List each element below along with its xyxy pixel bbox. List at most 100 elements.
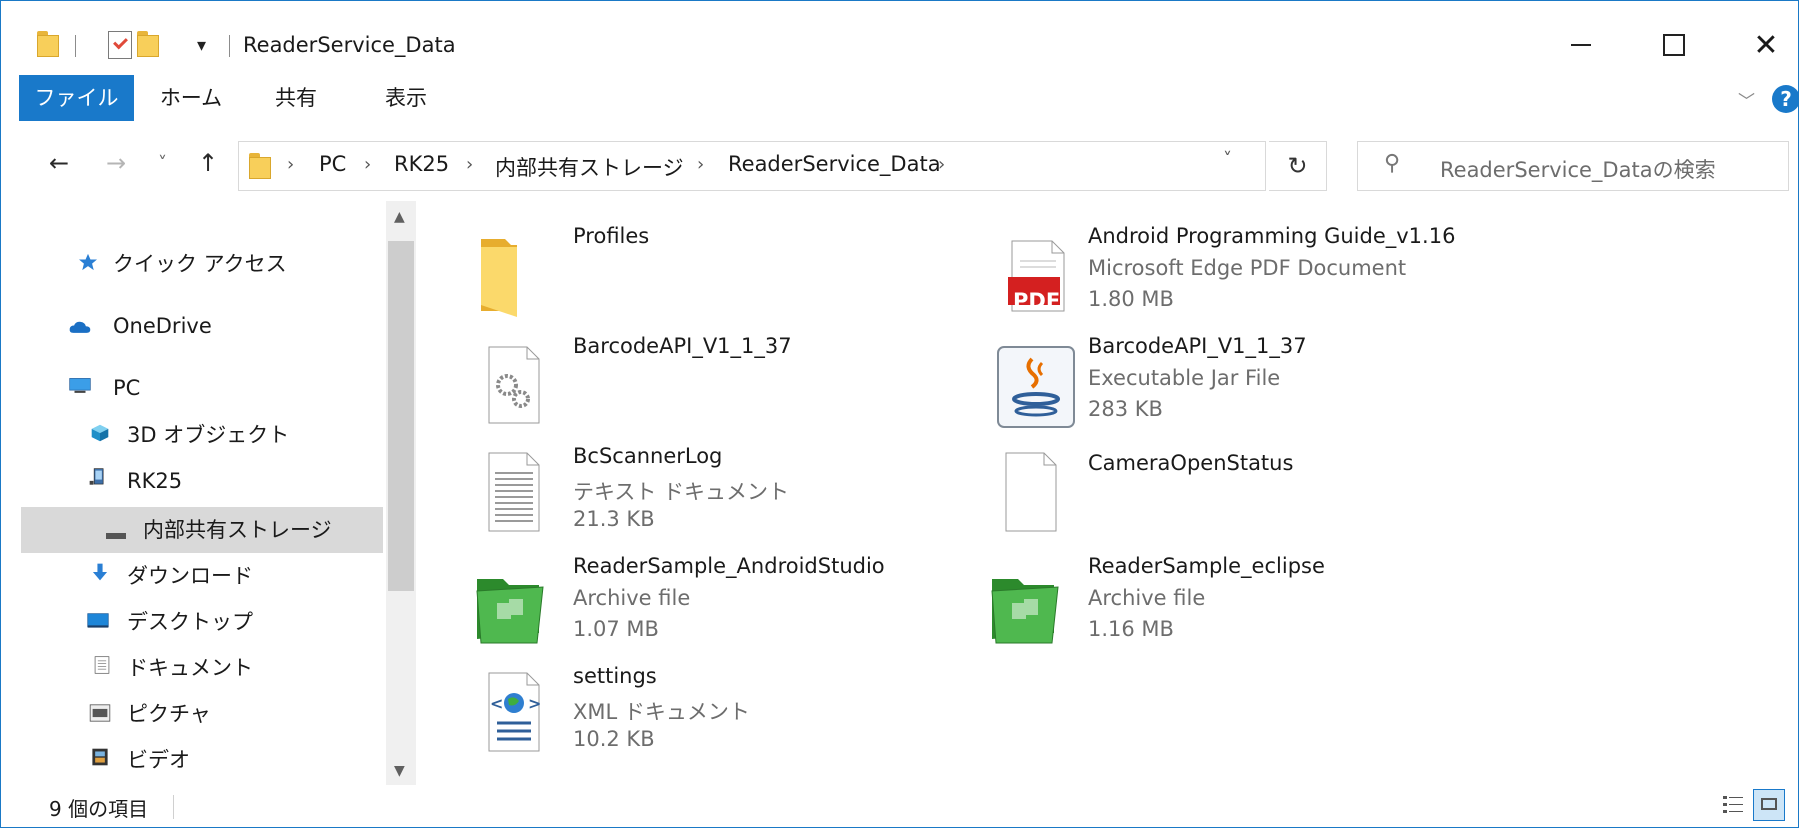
close-button[interactable]: ✕ [1731, 21, 1798, 69]
nav-label: ダウンロード [127, 564, 253, 588]
nav-label: 内部共有ストレージ [143, 518, 332, 542]
file-name: Profiles [573, 224, 650, 248]
item-count: 9 個の項目 [49, 797, 149, 821]
breadcrumb-separator: › [287, 154, 295, 175]
breadcrumb-pc[interactable]: PC [319, 152, 346, 176]
file-name: BcScannerLog [573, 444, 723, 468]
tab-file[interactable]: ファイル [19, 75, 134, 121]
scroll-down-icon[interactable]: ▼ [394, 763, 405, 779]
nav-item-3d-objects[interactable]: 3D オブジェクト [1, 412, 381, 458]
up-button[interactable]: ↑ [198, 149, 218, 177]
nav-item-documents[interactable]: ドキュメント [1, 645, 381, 691]
file-item[interactable]: BarcodeAPI_V1_1_37 [473, 327, 983, 435]
file-type: XML ドキュメント [573, 700, 750, 724]
nav-item-pc[interactable]: PC [1, 365, 381, 411]
nav-item-onedrive[interactable]: OneDrive [1, 303, 381, 349]
tab-home[interactable]: ホーム [151, 75, 231, 121]
video-icon [92, 748, 108, 766]
nav-item-internal-storage[interactable]: 内部共有ストレージ [21, 507, 383, 553]
file-item[interactable]: ReaderSample_AndroidStudio Archive file … [473, 547, 983, 655]
separator [75, 35, 76, 57]
file-type: Microsoft Edge PDF Document [1088, 256, 1407, 280]
archive-icon [476, 579, 544, 644]
address-bar[interactable]: › PC › RK25 › 内部共有ストレージ › ReaderService_… [238, 141, 1266, 191]
nav-item-pictures[interactable]: ピクチャ [1, 691, 381, 737]
file-name: ReaderSample_eclipse [1088, 554, 1325, 578]
nav-item-downloads[interactable]: ダウンロード [1, 553, 381, 599]
folder-icon [249, 153, 271, 179]
file-size: 21.3 KB [573, 507, 655, 531]
scroll-up-icon[interactable]: ▲ [394, 209, 405, 225]
nav-item-rk25[interactable]: RK25 [1, 458, 381, 504]
file-size: 1.80 MB [1088, 287, 1174, 311]
properties-icon[interactable] [108, 31, 132, 59]
details-view-icon[interactable] [1721, 793, 1745, 817]
maximize-button[interactable] [1639, 21, 1709, 69]
nav-label: ビデオ [127, 748, 190, 772]
file-item[interactable]: CameraOpenStatus [988, 437, 1498, 545]
new-folder-icon[interactable] [137, 31, 159, 57]
nav-label: RK25 [127, 469, 183, 493]
title-bar: ▾ ReaderService_Data ✕ [1, 1, 1798, 75]
minimize-button[interactable] [1546, 21, 1616, 69]
file-type: テキスト ドキュメント [573, 480, 790, 504]
cloud-icon [69, 321, 91, 333]
nav-item-desktop[interactable]: デスクトップ [1, 599, 381, 645]
navigation-bar: ← → ˅ ↑ › PC › RK25 › 内部共有ストレージ › Reader… [1, 127, 1798, 201]
svg-text:<: < [490, 694, 503, 713]
file-name: BarcodeAPI_V1_1_37 [573, 334, 792, 358]
nav-label: ドキュメント [127, 656, 253, 680]
file-item[interactable]: BarcodeAPI_V1_1_37 Executable Jar File 2… [988, 327, 1498, 435]
nav-item-videos[interactable]: ビデオ [1, 737, 381, 783]
computer-icon [69, 378, 91, 393]
tab-share[interactable]: 共有 [261, 75, 331, 121]
scrollbar-thumb[interactable] [388, 241, 414, 591]
nav-pane-scrollbar[interactable]: ▲ ▼ [386, 201, 416, 785]
address-dropdown[interactable]: ˅ [1223, 149, 1232, 170]
file-type: Archive file [1088, 586, 1206, 610]
nav-label: デスクトップ [127, 610, 253, 634]
pdf-badge: PDF [1013, 289, 1061, 313]
recent-locations-button[interactable]: ˅ [158, 153, 167, 174]
window-title: ReaderService_Data [243, 33, 456, 57]
document-icon [94, 656, 110, 674]
nav-label: 3D オブジェクト [127, 423, 290, 447]
folder-icon [481, 239, 517, 317]
file-size: 283 KB [1088, 397, 1163, 421]
back-button[interactable]: ← [49, 149, 69, 177]
quick-access-dropdown[interactable]: ▾ [197, 35, 206, 56]
forward-button[interactable]: → [106, 149, 126, 177]
breadcrumb-current[interactable]: ReaderService_Data [728, 152, 941, 176]
separator [173, 795, 174, 819]
file-name: settings [573, 664, 657, 688]
separator [229, 35, 230, 57]
breadcrumb-rk25[interactable]: RK25 [394, 152, 449, 176]
file-name: Android Programming Guide_v1.16 [1088, 224, 1456, 248]
folder-icon[interactable] [37, 31, 59, 57]
picture-icon [89, 704, 111, 722]
breadcrumb-separator: › [466, 154, 474, 175]
java-jar-icon [997, 346, 1075, 428]
file-name: BarcodeAPI_V1_1_37 [1088, 334, 1307, 358]
search-box[interactable]: ⚲ ReaderService_Dataの検索 [1357, 141, 1789, 191]
nav-item-quick-access[interactable]: クイック アクセス [1, 241, 381, 287]
file-size: 1.16 MB [1088, 617, 1174, 641]
breadcrumb-internal-storage[interactable]: 内部共有ストレージ [495, 152, 684, 182]
large-icons-view-icon[interactable] [1753, 789, 1785, 821]
file-type: Archive file [573, 586, 691, 610]
file-item[interactable]: < > settings XML ドキュメント 10.2 KB [473, 657, 983, 765]
refresh-button[interactable]: ↻ [1269, 141, 1327, 191]
blank-file-icon [1005, 452, 1057, 532]
file-item[interactable]: Profiles [473, 217, 983, 325]
file-item[interactable]: PDF Android Programming Guide_v1.16 Micr… [988, 217, 1498, 325]
tab-view[interactable]: 表示 [371, 75, 441, 121]
settings-file-icon [488, 346, 540, 424]
chevron-down-icon[interactable]: ﹀ [1738, 87, 1755, 112]
file-item[interactable]: ReaderSample_eclipse Archive file 1.16 M… [988, 547, 1498, 655]
file-name: CameraOpenStatus [1088, 451, 1294, 475]
navigation-pane: クイック アクセス OneDrive PC 3D オブジェクト RK25 内部共… [1, 201, 386, 785]
desktop-icon [87, 613, 109, 628]
search-input[interactable]: ReaderService_Dataの検索 [1440, 154, 1716, 184]
file-item[interactable]: BcScannerLog テキスト ドキュメント 21.3 KB [473, 437, 983, 545]
help-icon[interactable]: ? [1772, 85, 1798, 113]
